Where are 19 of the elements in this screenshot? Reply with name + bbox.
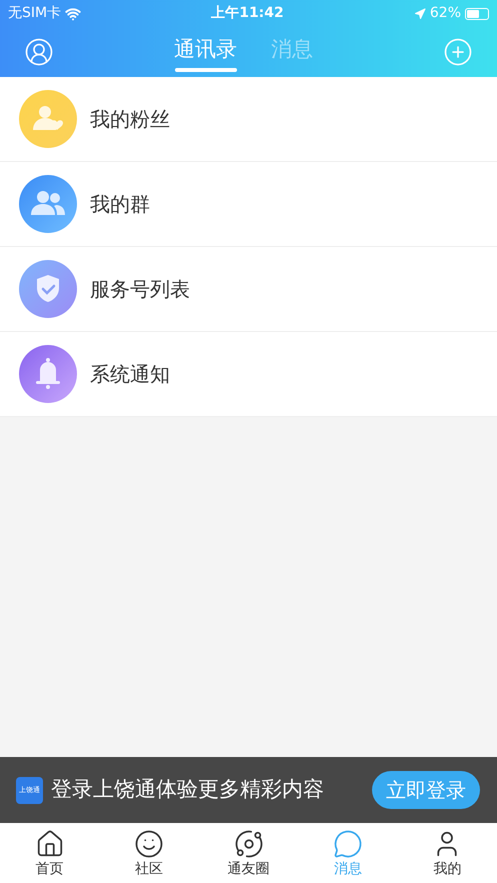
contact-list-item[interactable]: 服务号列表: [0, 247, 497, 332]
orbit-icon: [234, 829, 264, 859]
tab-bar-item[interactable]: 通友圈: [198, 823, 298, 883]
profile-icon[interactable]: [24, 37, 54, 67]
contact-list-item[interactable]: 我的群: [0, 162, 497, 247]
battery-text: 62%: [430, 4, 461, 23]
tab-bar-item[interactable]: 首页: [0, 823, 100, 883]
contact-list-item[interactable]: 系统通知: [0, 332, 497, 417]
battery-icon: [465, 8, 489, 20]
clock-text: 上午11:42: [211, 4, 284, 23]
banner-text: 登录上饶通体验更多精彩内容: [51, 776, 325, 804]
wifi-icon: [65, 6, 82, 22]
add-icon[interactable]: [443, 37, 473, 67]
chat-icon: [332, 829, 363, 859]
carrier-text: 无SIM卡: [8, 4, 62, 23]
contact-list-item[interactable]: 我的粉丝: [0, 77, 497, 162]
tab-bar-item[interactable]: 社区: [99, 823, 199, 883]
tab-bar-item[interactable]: 我的: [398, 823, 497, 883]
location-icon: [414, 8, 426, 20]
